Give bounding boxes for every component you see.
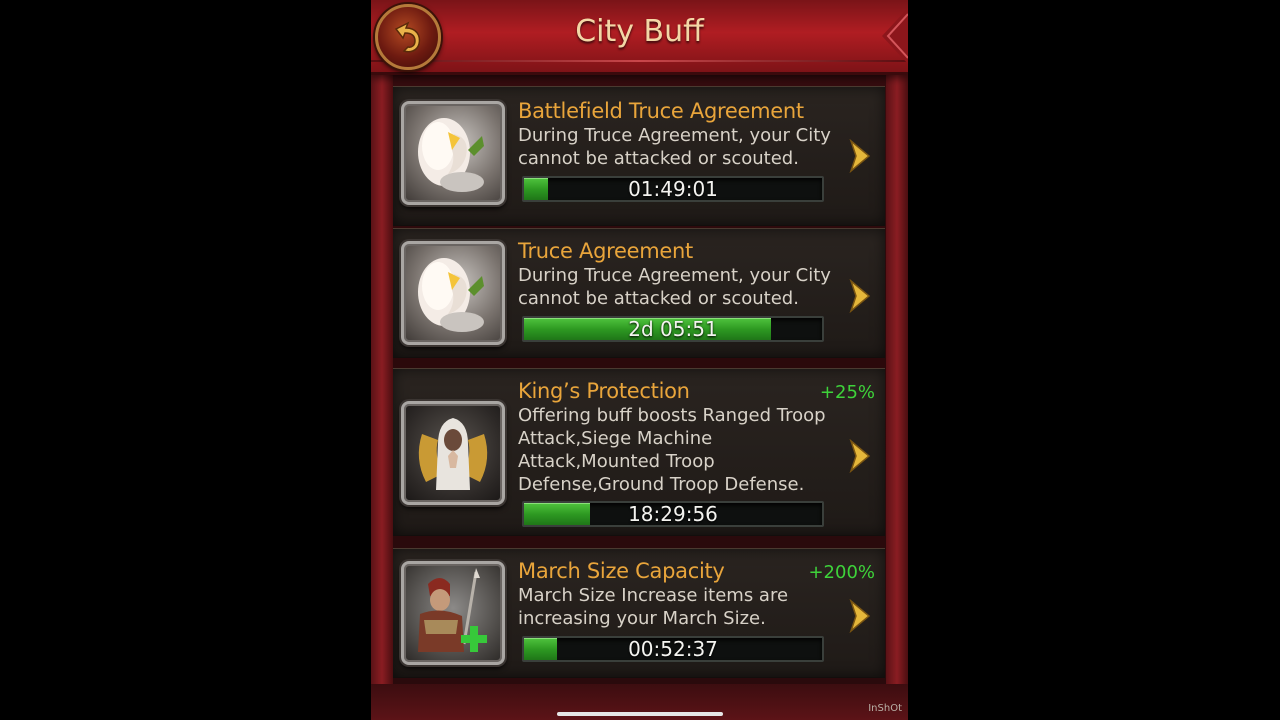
buff-bonus: +25%	[819, 382, 875, 403]
watermark-text: InShOt	[868, 703, 902, 714]
buff-description: March Size Increase items are increasing…	[518, 585, 789, 629]
buff-timer: 2d 05:51	[628, 317, 718, 341]
buff-title: March Size Capacity	[518, 559, 725, 583]
buff-progress-bar: 00:52:37	[522, 636, 824, 662]
buff-timer: 01:49:01	[628, 177, 718, 201]
panel-right-border	[886, 70, 908, 720]
header-corner-ornament	[882, 8, 908, 64]
buff-description: During Truce Agreement, your City cannot…	[518, 265, 831, 309]
chevron-right-icon[interactable]	[849, 599, 873, 633]
chevron-right-icon[interactable]	[849, 139, 873, 173]
home-indicator[interactable]	[557, 712, 723, 716]
buff-description: During Truce Agreement, your City cannot…	[518, 125, 831, 169]
buff-timer: 18:29:56	[628, 502, 718, 526]
city-buff-panel: City Buff Battlefield Truce Agreement Du…	[371, 0, 908, 720]
buff-progress-bar: 2d 05:51	[522, 316, 824, 342]
page-title: City Buff	[575, 14, 704, 49]
panel-left-border	[371, 70, 393, 720]
dove-icon	[401, 101, 505, 205]
chevron-right-icon[interactable]	[849, 279, 873, 313]
buff-card-battlefield-truce[interactable]: Battlefield Truce Agreement During Truce…	[393, 86, 885, 226]
buff-title: King’s Protection	[518, 379, 690, 403]
buff-title: Battlefield Truce Agreement	[518, 99, 804, 123]
buff-progress-bar: 18:29:56	[522, 501, 824, 527]
dove-icon	[401, 241, 505, 345]
buff-description: Offering buff boosts Ranged Troop Attack…	[518, 405, 826, 495]
buff-progress-bar: 01:49:01	[522, 176, 824, 202]
chevron-right-icon[interactable]	[849, 439, 873, 473]
header-bar: City Buff	[371, 0, 908, 75]
praying-angel-icon	[401, 401, 505, 505]
buff-card-march-size[interactable]: March Size Capacity March Size Increase …	[393, 548, 885, 678]
buff-card-kings-protection[interactable]: King’s Protection Offering buff boosts R…	[393, 368, 885, 536]
buff-card-truce-agreement[interactable]: Truce Agreement During Truce Agreement, …	[393, 228, 885, 358]
buff-title: Truce Agreement	[518, 239, 693, 263]
soldier-plus-icon	[401, 561, 505, 665]
buff-timer: 00:52:37	[628, 637, 718, 661]
buff-bonus: +200%	[808, 562, 875, 583]
